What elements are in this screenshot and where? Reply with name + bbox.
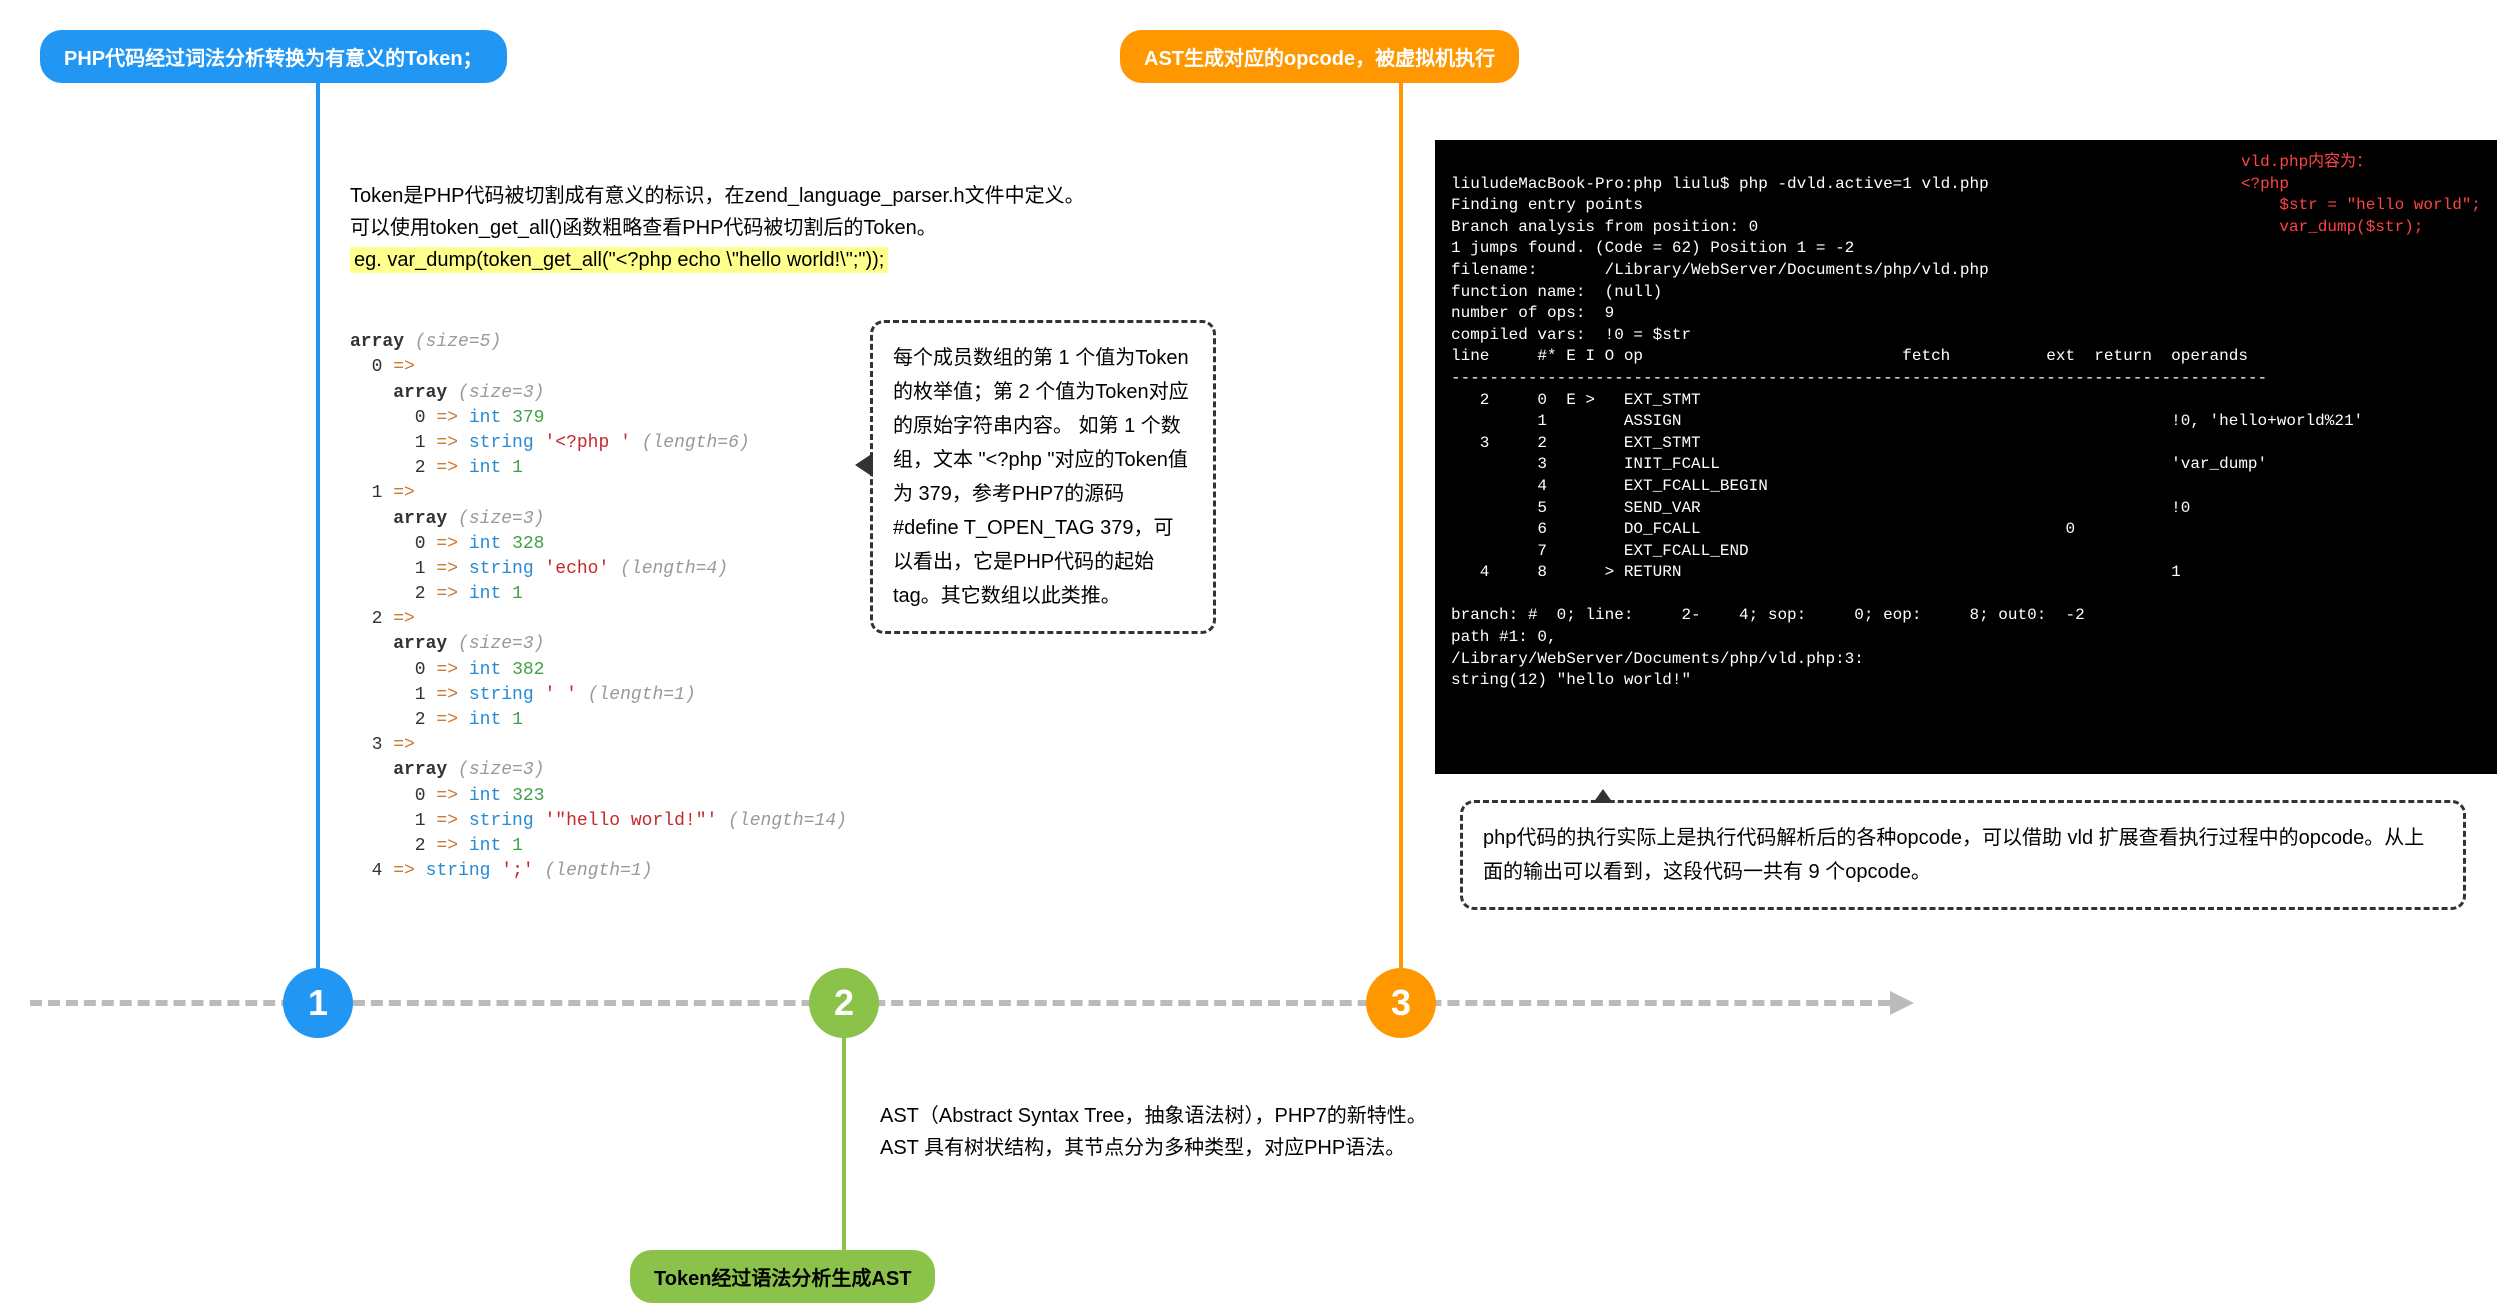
- terminal-cols: line #* E I O op fetch ext return operan…: [1451, 347, 2248, 365]
- step2-circle: 2: [809, 968, 879, 1038]
- step3-connector: [1399, 80, 1403, 970]
- step1-text-l2: 可以使用token_get_all()函数粗略查看PHP代码被切割后的Token…: [350, 212, 1130, 244]
- step2-text-l1: AST（Abstract Syntax Tree，抽象语法树），PHP7的新特性…: [880, 1100, 1580, 1132]
- step2-connector: [842, 1030, 846, 1250]
- step1-callout: 每个成员数组的第 1 个值为Token的枚举值；第 2 个值为Token对应的原…: [870, 320, 1216, 634]
- step3-bubble: AST生成对应的opcode，被虚拟机执行: [1120, 30, 1519, 83]
- step1-bubble: PHP代码经过词法分析转换为有意义的Token；: [40, 30, 507, 83]
- step1-text-l1: Token是PHP代码被切割成有意义的标识，在zend_language_par…: [350, 180, 1130, 212]
- step3-circle: 3: [1366, 968, 1436, 1038]
- step2-text: AST（Abstract Syntax Tree，抽象语法树），PHP7的新特性…: [880, 1100, 1580, 1164]
- step1-connector: [316, 80, 320, 970]
- terminal-rows: ----------------------------------------…: [1451, 369, 2363, 581]
- step3-callout: php代码的执行实际上是执行代码解析后的各种opcode，可以借助 vld 扩展…: [1460, 800, 2466, 910]
- step1-text-l3-highlighted: eg. var_dump(token_get_all("<?php echo \…: [350, 247, 888, 273]
- step3-terminal: liuludeMacBook-Pro:php liulu$ php -dvld.…: [1435, 140, 2497, 774]
- timeline-arrowhead: [1890, 991, 1914, 1015]
- step1-text: Token是PHP代码被切割成有意义的标识，在zend_language_par…: [350, 180, 1130, 276]
- step1-circle: 1: [283, 968, 353, 1038]
- terminal-header: liuludeMacBook-Pro:php liulu$ php -dvld.…: [1451, 175, 1989, 344]
- step2-bubble: Token经过语法分析生成AST: [630, 1250, 935, 1303]
- terminal-red-note: vld.php内容为： <?php $str = "hello world"; …: [2241, 152, 2481, 238]
- terminal-footer: branch: # 0; line: 2- 4; sop: 0; eop: 8;…: [1451, 606, 2085, 689]
- step1-code: array (size=5) 0 => array (size=3) 0 => …: [350, 305, 847, 884]
- step2-text-l2: AST 具有树状结构，其节点分为多种类型，对应PHP语法。: [880, 1132, 1580, 1164]
